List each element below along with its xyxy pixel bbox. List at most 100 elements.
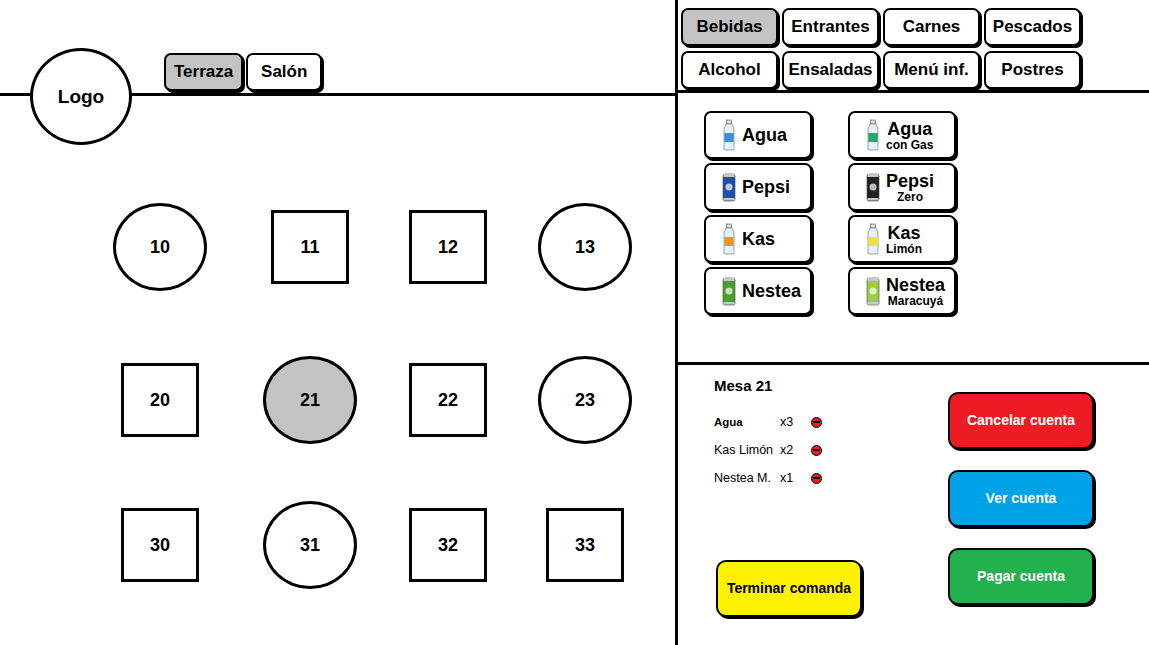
table-slot: 30 xyxy=(85,476,235,614)
product-subtitle: Maracuyá xyxy=(888,295,943,307)
zone-tab[interactable]: Terraza xyxy=(164,53,243,91)
bottle-icon xyxy=(720,223,738,255)
category-tab[interactable]: Entrantes xyxy=(782,8,879,46)
action-button[interactable]: Ver cuenta xyxy=(948,470,1094,527)
order-list: Mesa 21Aguax3Kas Limónx2Nestea M.x1Termi… xyxy=(714,377,948,645)
can-icon xyxy=(720,171,738,203)
order-item[interactable]: Kas Limónx2 xyxy=(714,436,948,464)
item-name: Nestea M. xyxy=(714,471,780,485)
remove-icon[interactable] xyxy=(811,445,822,456)
product-button[interactable]: Agua xyxy=(704,111,812,159)
product-button[interactable]: Pepsi xyxy=(704,163,812,211)
order-title: Mesa 21 xyxy=(714,377,948,394)
finish-order-button[interactable]: Terminar comanda xyxy=(716,560,862,617)
remove-icon[interactable] xyxy=(811,417,822,428)
category-tab[interactable]: Bebidas xyxy=(681,8,778,46)
product-button[interactable]: Aguacon Gas xyxy=(848,111,956,159)
product-subtitle: Zero xyxy=(897,191,923,203)
remove-icon[interactable] xyxy=(811,473,822,484)
table-number: 23 xyxy=(575,390,595,411)
product-button[interactable]: KasLimón xyxy=(848,215,956,263)
can-icon xyxy=(720,275,738,307)
table[interactable]: 22 xyxy=(409,363,487,437)
product-name: Nestea xyxy=(742,282,801,300)
table[interactable]: 11 xyxy=(271,210,349,284)
can-icon xyxy=(864,171,882,203)
table-slot: 20 xyxy=(85,324,235,476)
product-name: Agua xyxy=(742,126,787,144)
table-slot: 21 xyxy=(235,324,385,476)
zone-tabs: TerrazaSalón xyxy=(164,53,322,91)
item-quantity: x3 xyxy=(780,415,811,429)
category-tab[interactable]: Pescados xyxy=(984,8,1081,46)
table[interactable]: 13 xyxy=(538,203,632,291)
product-name: Kas xyxy=(887,224,920,242)
product-label: Nestea xyxy=(742,282,801,300)
product-label: Aguacon Gas xyxy=(886,120,933,151)
table[interactable]: 21 xyxy=(263,356,357,444)
table[interactable]: 23 xyxy=(538,356,632,444)
table-number: 20 xyxy=(150,390,170,411)
order-item[interactable]: Nestea M.x1 xyxy=(714,464,948,492)
minus-bar xyxy=(813,421,820,423)
product-button[interactable]: NesteaMaracuyá xyxy=(848,267,956,315)
product-button[interactable]: Nestea xyxy=(704,267,812,315)
floor-panel: Logo TerrazaSalón 10 11 12 13 20 21 22 23 30 31 32 33 xyxy=(0,0,678,645)
table[interactable]: 33 xyxy=(546,508,624,582)
item-name: Agua xyxy=(714,416,780,428)
product-name: Agua xyxy=(887,120,932,138)
order-panel: BebidasEntrantesCarnesPescados AlcoholEns… xyxy=(678,0,1149,645)
table-number: 33 xyxy=(575,535,595,556)
zone-tab[interactable]: Salón xyxy=(246,53,322,91)
table-number: 30 xyxy=(150,535,170,556)
item-quantity: x1 xyxy=(780,471,811,485)
table-number: 11 xyxy=(300,237,319,258)
product-label: Pepsi xyxy=(742,178,790,196)
category-tab[interactable]: Carnes xyxy=(883,8,980,46)
product-subtitle: con Gas xyxy=(886,139,933,151)
product-label: KasLimón xyxy=(886,224,922,255)
action-button[interactable]: Cancelar cuenta xyxy=(948,392,1094,449)
product-name: Nestea xyxy=(886,276,945,294)
table-number: 32 xyxy=(438,535,458,556)
bottle-icon xyxy=(864,119,882,151)
table[interactable]: 31 xyxy=(263,501,357,589)
table[interactable]: 32 xyxy=(409,508,487,582)
table-slot: 22 xyxy=(385,324,511,476)
product-name: Pepsi xyxy=(742,178,790,196)
spacer xyxy=(714,492,948,560)
product-button[interactable]: PepsiZero xyxy=(848,163,956,211)
order-summary: Mesa 21Aguax3Kas Limónx2Nestea M.x1Termi… xyxy=(678,365,1149,645)
table[interactable]: 20 xyxy=(121,363,199,437)
table-slot: 31 xyxy=(235,476,385,614)
can-icon xyxy=(864,275,882,307)
table-number: 12 xyxy=(438,237,458,258)
minus-bar xyxy=(813,449,820,451)
minus-bar xyxy=(813,477,820,479)
category-tab[interactable]: Alcohol xyxy=(681,51,778,89)
table-slot: 12 xyxy=(385,170,511,324)
product-label: Agua xyxy=(742,126,787,144)
table[interactable]: 10 xyxy=(113,203,207,291)
table-number: 31 xyxy=(300,535,320,556)
action-button[interactable]: Pagar cuenta xyxy=(948,548,1094,605)
category-tab[interactable]: Menú inf. xyxy=(883,51,980,89)
table-slot: 11 xyxy=(235,170,385,324)
product-button[interactable]: Kas xyxy=(704,215,812,263)
table[interactable]: 30 xyxy=(121,508,199,582)
category-tab[interactable]: Ensaladas xyxy=(782,51,879,89)
table-slot: 33 xyxy=(511,476,659,614)
product-label: Kas xyxy=(742,230,775,248)
category-tab[interactable]: Postres xyxy=(984,51,1081,89)
product-label: PepsiZero xyxy=(886,172,934,203)
order-item[interactable]: Aguax3 xyxy=(714,408,948,436)
product-name: Kas xyxy=(742,230,775,248)
product-name: Pepsi xyxy=(886,172,934,190)
logo: Logo xyxy=(30,48,132,145)
table-number: 22 xyxy=(438,390,458,411)
table-slot: 13 xyxy=(511,170,659,324)
floor-plan: 10 11 12 13 20 21 22 23 30 31 32 33 xyxy=(0,96,675,614)
table-number: 13 xyxy=(575,237,595,258)
table-number: 10 xyxy=(150,237,170,258)
table[interactable]: 12 xyxy=(409,210,487,284)
